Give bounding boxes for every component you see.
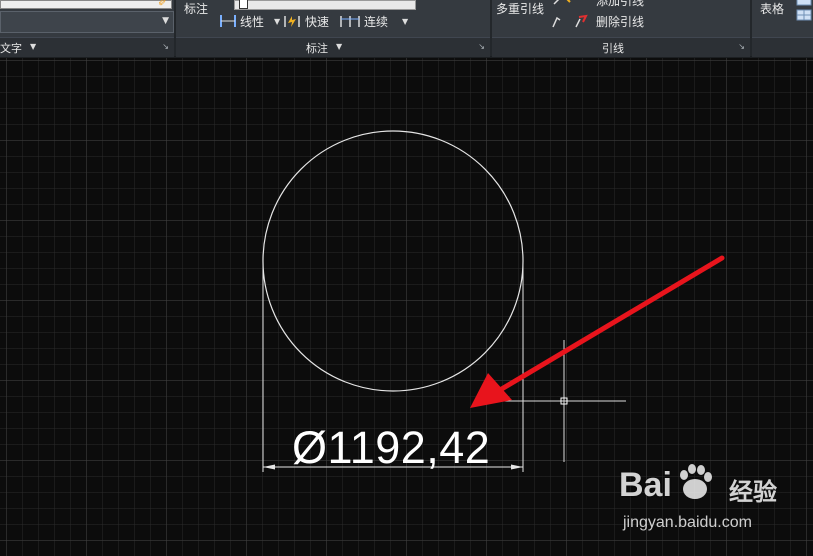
- baidu-jingyan-watermark: Bai 经验 jingyan.baidu.com: [619, 462, 799, 546]
- baidu-paw-icon: [680, 464, 712, 499]
- linear-dimension-label: 线性: [240, 15, 265, 29]
- table-panel-titlebar[interactable]: [752, 37, 813, 57]
- continue-dimension-icon: [340, 16, 360, 27]
- table-panel: 表格: [752, 0, 813, 57]
- panel-expand-icon[interactable]: ▼: [30, 42, 36, 51]
- circle-entity: [262, 130, 524, 392]
- text-style-field[interactable]: [0, 0, 172, 9]
- watermark-url: jingyan.baidu.com: [623, 514, 752, 531]
- chevron-down-icon[interactable]: ▼: [402, 17, 408, 26]
- continue-dimension-button[interactable]: 连续 ▼: [340, 12, 408, 30]
- watermark-logo: Bai: [619, 466, 672, 504]
- annotation-panel-title: 标注: [306, 42, 328, 55]
- watermark-jingyan: 经验: [729, 478, 777, 506]
- annotation-panel-titlebar[interactable]: 标注 ▼ ↘: [176, 37, 490, 57]
- chevron-down-icon[interactable]: ▼: [274, 17, 280, 26]
- dimension-arrow-right: [511, 464, 523, 470]
- annotation-panel: 标注 线性 ▼ 快速 连续 ▼ 标注 ▼ ↘: [176, 0, 490, 57]
- remove-leader-button[interactable]: 删除引线: [550, 12, 660, 30]
- continue-dimension-label: 连续: [364, 15, 389, 29]
- text-height-dropdown[interactable]: ▼: [0, 11, 174, 33]
- quick-dimension-label: 快速: [305, 15, 330, 29]
- linear-dimension-button[interactable]: 线性 ▼: [220, 12, 280, 30]
- remove-leader-icon: [552, 14, 588, 28]
- quick-dimension-icon: [284, 16, 300, 27]
- red-arrow-shaft: [497, 255, 725, 393]
- drawing-canvas[interactable]: Ø1192,42 Bai 经验 jingyan.baidu.com: [0, 58, 813, 556]
- dimension-text[interactable]: Ø1192,42: [292, 422, 490, 474]
- red-arrowhead: [470, 373, 512, 408]
- leader-panel-titlebar[interactable]: 引线 ↘: [492, 37, 750, 57]
- text-panel-title: 文字: [0, 42, 22, 55]
- annotation-side-label[interactable]: 标注: [184, 0, 208, 17]
- linear-dimension-icon: [220, 15, 236, 27]
- dimension-style-field[interactable]: [234, 0, 416, 10]
- dropdown-chevron-icon: ▼: [162, 16, 169, 26]
- text-panel-titlebar[interactable]: 文字 ▼ ↘: [0, 37, 174, 57]
- add-leader-button[interactable]: 添加引线: [552, 0, 652, 10]
- leader-panel-title: 引线: [602, 42, 624, 55]
- quick-dimension-button[interactable]: 快速: [284, 12, 336, 30]
- remove-leader-label: 删除引线: [596, 15, 645, 29]
- ribbon: ✐ ▼ 文字 ▼ ↘ 标注 线性 ▼ 快速 连续 ▼ 标注 ▼ ↘ 多重引线 添…: [0, 0, 813, 58]
- panel-launcher-icon[interactable]: ↘: [738, 42, 745, 51]
- multileader-label[interactable]: 多重引线: [496, 0, 544, 17]
- text-panel: ✐ ▼ 文字 ▼ ↘: [0, 0, 174, 57]
- panel-expand-icon[interactable]: ▼: [336, 42, 342, 51]
- text-style-icon[interactable]: ✐: [158, 0, 167, 9]
- table-label[interactable]: 表格: [760, 0, 784, 17]
- panel-launcher-icon[interactable]: ↘: [478, 42, 485, 51]
- panel-launcher-icon[interactable]: ↘: [162, 42, 169, 51]
- add-leader-icon: [553, 0, 571, 5]
- table-icon[interactable]: [796, 0, 812, 24]
- leader-panel: 多重引线 添加引线 删除引线 引线 ↘: [492, 0, 750, 57]
- add-leader-label: 添加引线: [596, 0, 645, 8]
- dimension-arrow-left: [263, 464, 275, 470]
